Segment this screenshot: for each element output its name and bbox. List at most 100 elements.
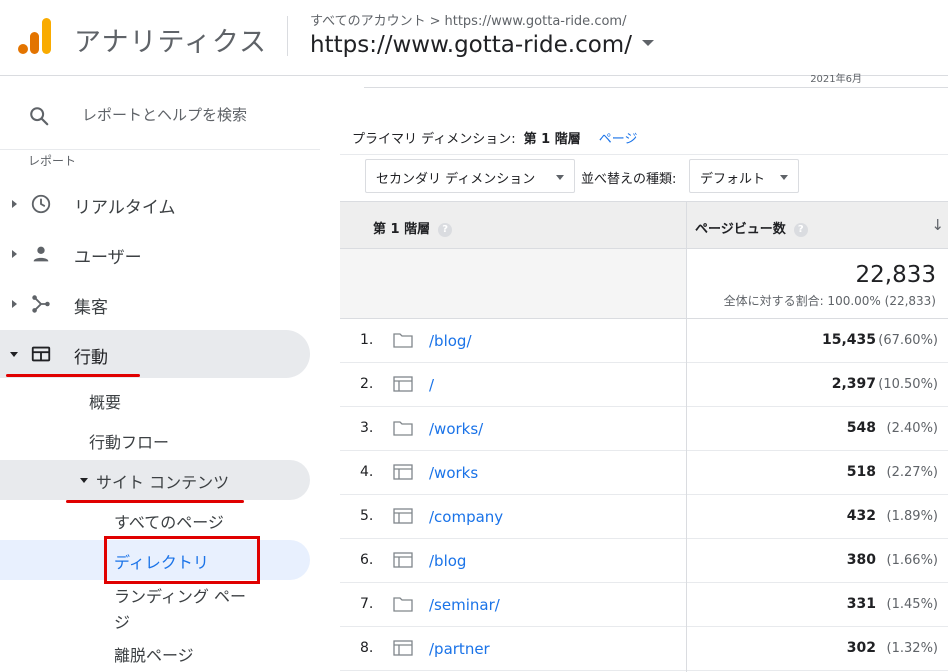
- column-header-level1[interactable]: 第 1 階層?: [373, 218, 453, 237]
- dimension-divider: [340, 154, 948, 155]
- sort-desc-icon[interactable]: ↓: [931, 216, 944, 234]
- sidebar-item-all-pages[interactable]: すべてのページ: [114, 509, 224, 533]
- help-icon[interactable]: ?: [438, 222, 453, 237]
- row-index: 4.: [360, 464, 374, 480]
- primary-dim-label: プライマリ ディメンション:: [352, 132, 516, 147]
- analytics-logo-icon[interactable]: [18, 18, 52, 54]
- breadcrumb-all-accounts[interactable]: すべてのアカウント: [310, 14, 426, 29]
- breadcrumb-property[interactable]: https://www.gotta-ride.com/: [444, 14, 626, 29]
- sort-type-select[interactable]: デフォルト: [689, 159, 799, 193]
- sidebar-item-realtime[interactable]: リアルタイム: [0, 180, 310, 228]
- section-label: レポート: [28, 154, 77, 168]
- sidebar-item-label: 集客: [74, 298, 108, 318]
- sidebar-item-label: 行動: [74, 348, 108, 368]
- row-pageviews: 302: [846, 640, 876, 656]
- table-row: 1. /blog/15,435 (67.60%): [340, 319, 948, 363]
- highlight-underline: [6, 374, 140, 377]
- sidebar-item-behavior[interactable]: 行動: [0, 330, 310, 378]
- table-row: 4. /works 518 (2.27%): [340, 451, 948, 495]
- sidebar-item-label: サイト コンテンツ: [96, 473, 230, 492]
- row-path-link[interactable]: /company: [429, 508, 503, 526]
- folder-icon: [393, 419, 413, 437]
- row-percentage: (2.27%): [886, 465, 938, 480]
- account-name: https://www.gotta-ride.com/: [310, 32, 632, 58]
- row-pageviews: 2,397: [831, 376, 876, 392]
- row-path-link[interactable]: /: [429, 376, 434, 394]
- row-path-link[interactable]: /works/: [429, 420, 483, 438]
- row-index: 3.: [360, 420, 374, 436]
- sidebar: レポートとヘルプを検索 レポート リアルタイム ユーザー 集客 行動 概要 行動…: [0, 76, 340, 672]
- row-index: 8.: [360, 640, 374, 656]
- sidebar-item-behavior-flow[interactable]: 行動フロー: [89, 429, 169, 453]
- row-index: 1.: [360, 332, 374, 348]
- primary-dim-link-page[interactable]: ページ: [599, 132, 638, 147]
- caret-down-icon: [641, 39, 654, 46]
- sidebar-item-landing-pages[interactable]: ランディング ペー: [114, 583, 246, 607]
- row-index: 6.: [360, 552, 374, 568]
- sidebar-item-label: ユーザー: [74, 248, 142, 268]
- column-header-pageviews[interactable]: ページビュー数?: [695, 218, 808, 237]
- secondary-dimension-select[interactable]: セカンダリ ディメンション: [365, 159, 575, 193]
- acquisition-icon: [32, 295, 50, 313]
- expand-arrow-icon: [12, 300, 17, 308]
- date-range-fragment: 2021年6月: [364, 74, 948, 88]
- table-row: 6. /blog 380 (1.66%): [340, 539, 948, 583]
- behavior-icon: [31, 346, 51, 362]
- row-pageviews: 380: [846, 552, 876, 568]
- breadcrumb: すべてのアカウント > https://www.gotta-ride.com/: [310, 10, 626, 29]
- sidebar-item-landing-pages-wrap[interactable]: ジ: [114, 609, 130, 633]
- breadcrumb-separator: >: [429, 14, 441, 29]
- collapse-arrow-icon: [10, 352, 18, 357]
- row-index: 5.: [360, 508, 374, 524]
- row-percentage: (10.50%): [878, 377, 938, 392]
- app-name[interactable]: アナリティクス: [74, 20, 267, 59]
- sidebar-divider: [0, 149, 320, 150]
- folder-icon: [393, 331, 413, 349]
- row-index: 7.: [360, 596, 374, 612]
- sidebar-item-overview[interactable]: 概要: [89, 389, 121, 413]
- sidebar-item-label: リアルタイム: [74, 198, 176, 218]
- primary-dimension-bar: プライマリ ディメンション: 第 1 階層 ページ: [352, 128, 637, 147]
- search-icon: [30, 107, 49, 126]
- analytics-page: アナリティクス すべてのアカウント > https://www.gotta-ride…: [0, 0, 948, 672]
- page-icon: [393, 463, 413, 481]
- clock-icon: [31, 194, 51, 214]
- row-percentage: (1.66%): [886, 553, 938, 568]
- total-row-blank: [340, 249, 686, 318]
- row-path-link[interactable]: /blog: [429, 552, 466, 570]
- folder-icon: [393, 595, 413, 613]
- header-divider: [287, 16, 288, 56]
- row-path-link[interactable]: /seminar/: [429, 596, 500, 614]
- sidebar-item-acquisition[interactable]: 集客: [0, 280, 310, 328]
- table-row: 5. /company 432 (1.89%): [340, 495, 948, 539]
- row-path-link[interactable]: /works: [429, 464, 478, 482]
- row-percentage: (1.32%): [886, 641, 938, 656]
- table-row: 7. /seminar/331 (1.45%): [340, 583, 948, 627]
- table-row: 3. /works/548 (2.40%): [340, 407, 948, 451]
- highlight-box: [104, 536, 260, 584]
- row-percentage: (1.89%): [886, 509, 938, 524]
- person-icon: [33, 246, 49, 262]
- account-selector[interactable]: https://www.gotta-ride.com/: [310, 32, 654, 58]
- row-pageviews: 432: [846, 508, 876, 524]
- row-path-link[interactable]: /blog/: [429, 332, 472, 350]
- row-pageviews: 331: [846, 596, 876, 612]
- report-main: 2021年6月 プライマリ ディメンション: 第 1 階層 ページ セカンダリ ディ…: [340, 74, 948, 672]
- total-pageviews: 22,833: [855, 262, 936, 288]
- app-header: アナリティクス すべてのアカウント > https://www.gotta-ride…: [0, 0, 948, 76]
- row-percentage: (1.45%): [886, 597, 938, 612]
- sidebar-item-exit-pages[interactable]: 離脱ページ: [114, 642, 194, 666]
- row-pageviews: 15,435: [821, 332, 876, 348]
- help-icon[interactable]: ?: [793, 222, 808, 237]
- sidebar-item-users[interactable]: ユーザー: [0, 230, 310, 278]
- sidebar-item-site-content[interactable]: サイト コンテンツ: [0, 460, 310, 500]
- column-header-label: ページビュー数: [695, 222, 786, 237]
- sidebar-search[interactable]: レポートとヘルプを検索: [0, 76, 320, 148]
- row-path-link[interactable]: /partner: [429, 640, 490, 658]
- primary-dim-current[interactable]: 第 1 階層: [524, 132, 581, 147]
- highlight-underline: [66, 500, 244, 503]
- page-icon: [393, 375, 413, 393]
- expand-arrow-icon: [12, 250, 17, 258]
- page-icon: [393, 507, 413, 525]
- row-percentage: (2.40%): [886, 421, 938, 436]
